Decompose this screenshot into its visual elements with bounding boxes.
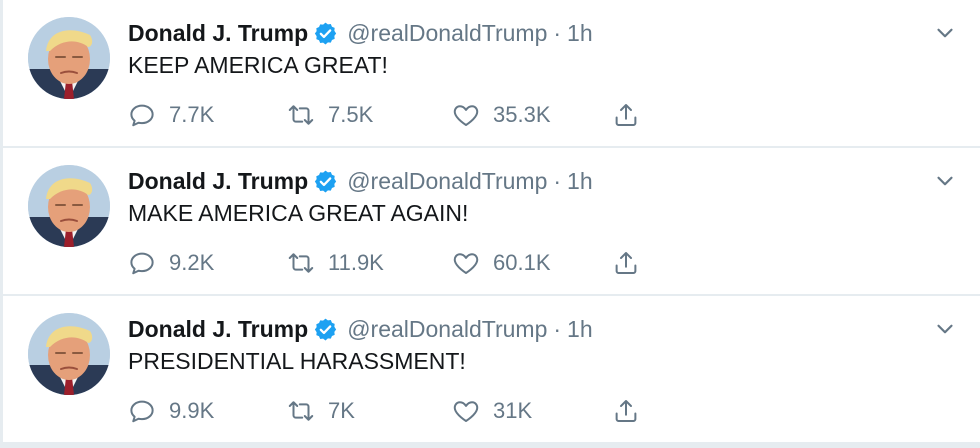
chevron-down-icon[interactable] xyxy=(932,316,958,342)
author-handle[interactable]: @realDonaldTrump xyxy=(347,168,547,195)
heart-icon xyxy=(451,248,481,278)
share-icon xyxy=(611,100,641,130)
author-handle[interactable]: @realDonaldTrump xyxy=(347,20,547,47)
chevron-down-icon[interactable] xyxy=(932,20,958,46)
tweet-header: Donald J. Trump @realDonaldTrump · 1h xyxy=(128,313,593,345)
avatar-image xyxy=(28,17,110,99)
retweet-count: 7.5K xyxy=(328,102,374,127)
share-button[interactable] xyxy=(611,246,641,280)
like-button[interactable]: 31K xyxy=(451,394,532,428)
avatar-image xyxy=(28,165,110,247)
retweet-button[interactable]: 7K xyxy=(286,394,355,428)
retweet-button[interactable]: 7.5K xyxy=(286,98,373,132)
tweet[interactable]: Donald J. Trump @realDonaldTrump · 1h KE… xyxy=(3,0,980,148)
like-button[interactable]: 60.1K xyxy=(451,246,551,280)
avatar[interactable] xyxy=(28,165,110,247)
separator-dot: · xyxy=(553,315,562,342)
timestamp[interactable]: 1h xyxy=(567,168,593,195)
heart-icon xyxy=(451,100,481,130)
like-button[interactable]: 35.3K xyxy=(451,98,551,132)
retweet-icon xyxy=(286,100,316,130)
tweet[interactable]: Donald J. Trump @realDonaldTrump · 1h MA… xyxy=(3,148,980,296)
retweet-count: 7K xyxy=(328,398,355,423)
reply-icon xyxy=(127,396,157,426)
timestamp[interactable]: 1h xyxy=(567,316,593,343)
share-icon xyxy=(611,396,641,426)
share-icon xyxy=(611,248,641,278)
chevron-down-icon[interactable] xyxy=(932,168,958,194)
tweet[interactable]: Donald J. Trump @realDonaldTrump · 1h PR… xyxy=(3,296,980,444)
separator-dot: · xyxy=(553,167,562,194)
retweet-button[interactable]: 11.9K xyxy=(286,246,384,280)
like-count: 60.1K xyxy=(493,250,551,275)
author-name[interactable]: Donald J. Trump xyxy=(128,20,308,47)
author-handle[interactable]: @realDonaldTrump xyxy=(347,316,547,343)
avatar[interactable] xyxy=(28,17,110,99)
verified-badge-icon xyxy=(313,317,338,342)
share-button[interactable] xyxy=(611,394,641,428)
reply-icon xyxy=(127,100,157,130)
reply-button[interactable]: 7.7K xyxy=(127,98,214,132)
author-name[interactable]: Donald J. Trump xyxy=(128,168,308,195)
reply-button[interactable]: 9.2K xyxy=(127,246,214,280)
tweet-header: Donald J. Trump @realDonaldTrump · 1h xyxy=(128,17,593,49)
reply-count: 7.7K xyxy=(169,102,215,127)
like-count: 35.3K xyxy=(493,102,551,127)
avatar-image xyxy=(28,313,110,395)
retweet-icon xyxy=(286,248,316,278)
tweet-text: KEEP AMERICA GREAT! xyxy=(128,52,388,78)
tweet-text: MAKE AMERICA GREAT AGAIN! xyxy=(128,200,469,226)
tweet-feed: Donald J. Trump @realDonaldTrump · 1h KE… xyxy=(0,0,980,448)
retweet-count: 11.9K xyxy=(328,250,384,275)
heart-icon xyxy=(451,396,481,426)
reply-count: 9.9K xyxy=(169,398,215,423)
reply-count: 9.2K xyxy=(169,250,215,275)
reply-button[interactable]: 9.9K xyxy=(127,394,214,428)
tweet-text: PRESIDENTIAL HARASSMENT! xyxy=(128,348,466,374)
reply-icon xyxy=(127,248,157,278)
verified-badge-icon xyxy=(313,21,338,46)
retweet-icon xyxy=(286,396,316,426)
avatar[interactable] xyxy=(28,313,110,395)
author-name[interactable]: Donald J. Trump xyxy=(128,316,308,343)
timestamp[interactable]: 1h xyxy=(567,20,593,47)
share-button[interactable] xyxy=(611,98,641,132)
verified-badge-icon xyxy=(313,169,338,194)
separator-dot: · xyxy=(553,19,562,46)
tweet-header: Donald J. Trump @realDonaldTrump · 1h xyxy=(128,165,593,197)
like-count: 31K xyxy=(493,398,533,423)
